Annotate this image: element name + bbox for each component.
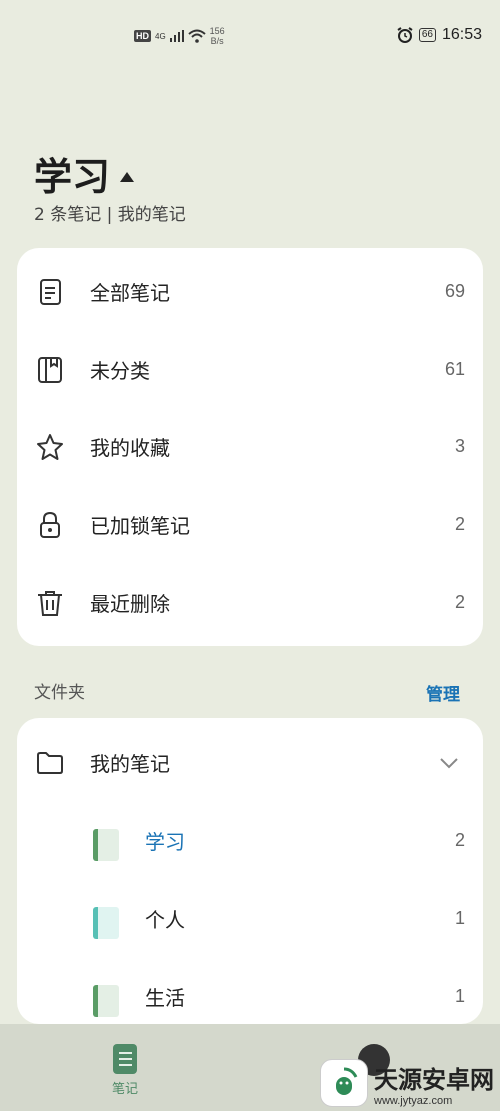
folder-row-my-notes[interactable]: 我的笔记 [17, 724, 483, 801]
status-right: 66 16:53 [397, 26, 482, 44]
note-icon [40, 278, 61, 305]
manage-button[interactable]: 管理 [426, 680, 460, 705]
star-icon [37, 433, 63, 460]
notes-tab-icon [113, 1044, 137, 1074]
clock: 16:53 [441, 26, 482, 43]
category-label: 全部笔记 [90, 281, 170, 305]
net-speed: 156 B/s [209, 26, 225, 46]
page-title: 学习 [34, 154, 111, 199]
category-label: 我的收藏 [90, 436, 170, 460]
subfolder-count: 1 [454, 908, 465, 928]
tab-notes-label: 笔记 [111, 1082, 138, 1097]
subfolder-label: 生活 [145, 986, 185, 1010]
watermark: 天源安卓网 www.jytyaz.com [320, 1059, 494, 1107]
folder-label: 我的笔记 [90, 752, 170, 776]
category-label: 未分类 [90, 359, 150, 383]
watermark-logo-icon [320, 1059, 368, 1107]
folders-card: 我的笔记 学习 2 个人 1 生活 1 [17, 718, 483, 1024]
chevron-down-icon[interactable] [439, 757, 459, 769]
folder-title-dropdown[interactable]: 学习 [34, 146, 135, 201]
category-label: 已加锁笔记 [90, 514, 190, 538]
watermark-url: www.jytyaz.com [374, 1094, 453, 1107]
status-left: HD 4G 156 B/s [134, 26, 225, 46]
lock-icon [40, 511, 60, 538]
battery-indicator: 66 [418, 28, 436, 42]
folder-color-swatch [93, 829, 119, 861]
categories-card: 全部笔记 69 未分类 61 我的收藏 3 已加锁笔记 2 最近删除 2 [17, 248, 483, 646]
category-row-recently-deleted[interactable]: 最近删除 2 [17, 564, 483, 641]
category-row-uncategorized[interactable]: 未分类 61 [17, 331, 483, 408]
folder-color-swatch [93, 985, 119, 1017]
watermark-title: 天源安卓网 [374, 1064, 494, 1094]
category-label: 最近删除 [90, 592, 170, 616]
category-count: 61 [444, 359, 465, 379]
subfolder-row-study[interactable]: 学习 2 [17, 802, 483, 880]
category-count: 69 [444, 281, 465, 301]
alarm-icon [397, 27, 413, 43]
tab-notes[interactable]: 笔记 [108, 1044, 142, 1097]
status-bar: HD 4G 156 B/s 66 16:53 [0, 0, 500, 72]
network-type: 4G [155, 31, 166, 41]
category-count: 2 [454, 514, 465, 534]
folder-icon [37, 751, 63, 774]
subfolder-count: 2 [454, 830, 465, 850]
wifi-icon [188, 29, 206, 43]
triangle-up-icon [120, 171, 135, 182]
folder-color-swatch [93, 907, 119, 939]
hd-badge: HD [134, 30, 151, 42]
category-row-favorites[interactable]: 我的收藏 3 [17, 408, 483, 485]
notebook-icon [38, 356, 62, 383]
category-row-all-notes[interactable]: 全部笔记 69 [17, 253, 483, 330]
subfolder-label: 学习 [145, 830, 185, 854]
page-subtitle: 2 条笔记 | 我的笔记 [34, 205, 186, 225]
subfolder-label: 个人 [145, 908, 185, 932]
trash-icon [38, 590, 62, 616]
category-count: 3 [454, 436, 465, 456]
folder-section-title: 文件夹 [34, 683, 85, 703]
category-count: 2 [454, 592, 465, 612]
signal-icon [169, 30, 184, 42]
subfolder-count: 1 [454, 986, 465, 1006]
subfolder-row-personal[interactable]: 个人 1 [17, 880, 483, 958]
category-row-locked[interactable]: 已加锁笔记 2 [17, 486, 483, 563]
